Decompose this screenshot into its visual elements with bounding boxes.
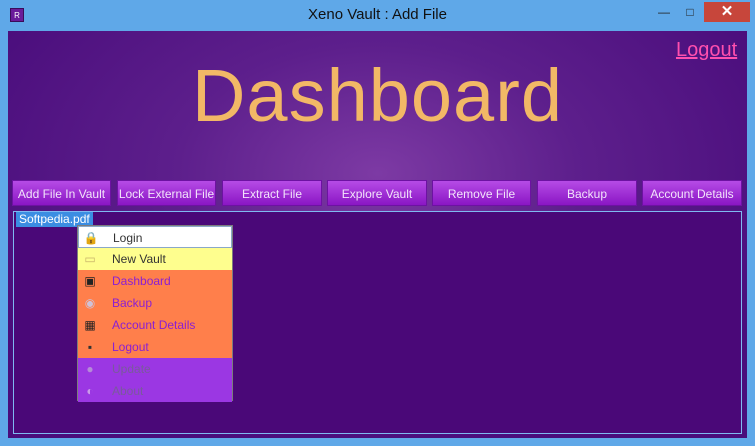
account-details-button[interactable]: Account Details xyxy=(642,180,742,206)
extract-file-button[interactable]: Extract File xyxy=(222,180,322,206)
account-icon: ▦ xyxy=(84,318,96,332)
menu-item-dashboard[interactable]: ▣ Dashboard xyxy=(78,270,232,292)
update-icon: ● xyxy=(86,362,94,376)
menu-item-backup[interactable]: ◉ Backup xyxy=(78,292,232,314)
explore-vault-button[interactable]: Explore Vault xyxy=(327,180,427,206)
about-icon: ◐ xyxy=(86,384,94,398)
menu-item-new-vault[interactable]: ▭ New Vault xyxy=(78,248,232,270)
menu-item-label: Logout xyxy=(112,340,149,354)
menu-item-label: About xyxy=(112,384,144,398)
lock-icon: 🔒 xyxy=(83,231,99,245)
close-button[interactable]: ✕ xyxy=(704,2,750,22)
dashboard-icon: ▣ xyxy=(84,274,96,288)
menu-item-login[interactable]: 🔒 Login xyxy=(78,226,232,248)
context-menu: 🔒 Login ▭ New Vault ▣ Dashboard ◉ Backup… xyxy=(77,225,233,402)
menu-item-account-details[interactable]: ▦ Account Details xyxy=(78,314,232,336)
logout-icon: ▪ xyxy=(87,340,93,354)
menu-item-label: Account Details xyxy=(112,318,196,332)
add-file-button[interactable]: Add File In Vault xyxy=(12,180,111,206)
menu-item-label: Login xyxy=(113,231,143,245)
lock-external-file-button[interactable]: Lock External File xyxy=(117,180,216,206)
vault-icon: ▭ xyxy=(84,252,96,266)
menu-item-label: Backup xyxy=(112,296,153,310)
menu-item-label: New Vault xyxy=(112,252,166,266)
menu-item-about[interactable]: ◐ About xyxy=(78,380,232,402)
app-window: R Xeno Vault : Add File — □ ✕ Logout Das… xyxy=(0,0,755,446)
menu-item-label: Update xyxy=(112,362,151,376)
menu-item-logout[interactable]: ▪ Logout xyxy=(78,336,232,358)
minimize-button[interactable]: — xyxy=(651,2,677,22)
backup-icon: ◉ xyxy=(84,296,96,310)
menu-item-label: Dashboard xyxy=(112,274,171,288)
backup-button[interactable]: Backup xyxy=(537,180,637,206)
window-title: Xeno Vault : Add File xyxy=(308,6,447,23)
page-title: Dashboard xyxy=(191,54,563,137)
menu-item-update[interactable]: ● Update xyxy=(78,358,232,380)
title-bar[interactable]: R Xeno Vault : Add File — □ ✕ xyxy=(0,0,755,31)
remove-file-button[interactable]: Remove File xyxy=(432,180,531,206)
maximize-button[interactable]: □ xyxy=(677,2,703,22)
